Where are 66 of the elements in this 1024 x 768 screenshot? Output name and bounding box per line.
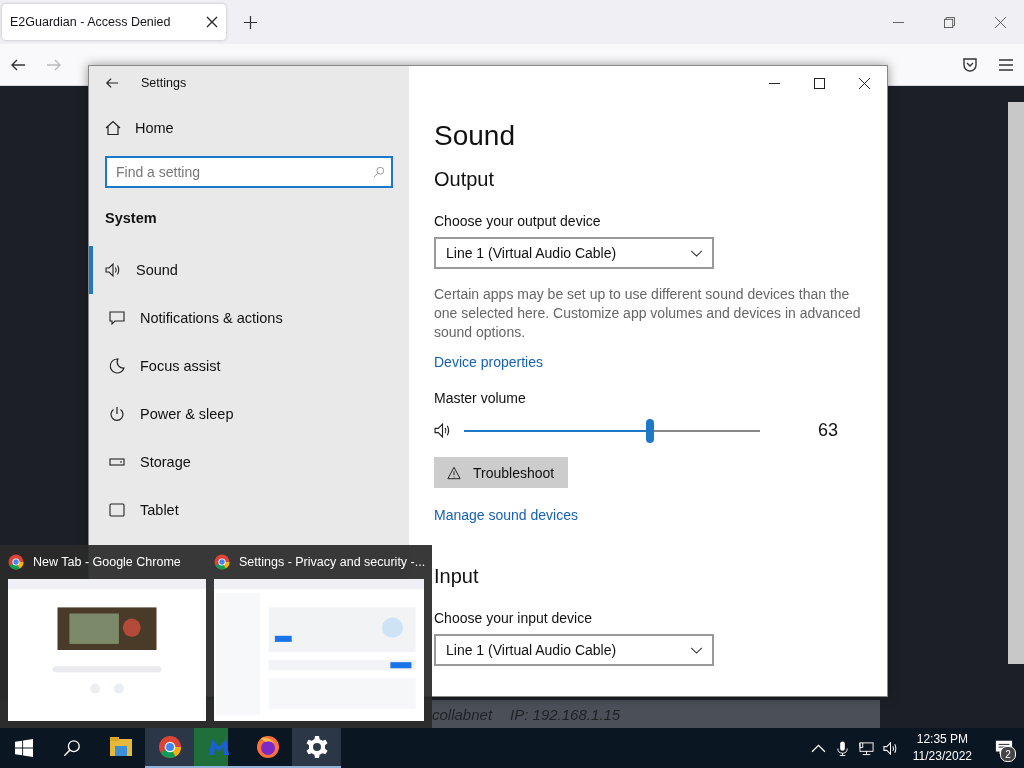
troubleshoot-button[interactable]: Troubleshoot xyxy=(434,457,568,488)
firefox-icon xyxy=(255,735,280,759)
field-label: Choose your input device xyxy=(434,610,592,626)
slider-thumb[interactable] xyxy=(646,418,655,443)
volume-icon[interactable] xyxy=(882,740,898,756)
settings-taskbar-button[interactable] xyxy=(292,728,341,768)
notifications-icon xyxy=(109,310,125,326)
restore-icon[interactable] xyxy=(944,16,955,28)
tablet-icon xyxy=(109,502,125,518)
output-device-dropdown[interactable]: Line 1 (Virtual Audio Cable) xyxy=(434,237,714,269)
folder-icon xyxy=(108,735,133,759)
moon-icon xyxy=(109,358,125,374)
maximize-icon[interactable] xyxy=(814,77,825,89)
clock[interactable]: 12:35 PM 11/23/2022 xyxy=(912,731,972,765)
search-icon xyxy=(373,166,385,178)
volume-reading: 63 xyxy=(818,420,839,441)
section-heading: Input xyxy=(434,565,479,588)
field-label: Choose your output device xyxy=(434,213,601,229)
malwarebytes-taskbar-button[interactable] xyxy=(194,728,243,768)
home-icon xyxy=(105,120,121,136)
home-link[interactable]: Home xyxy=(89,120,174,136)
chevron-icon xyxy=(690,646,703,654)
action-center-button[interactable]: 2 xyxy=(984,728,1024,768)
back-icon[interactable] xyxy=(105,76,119,90)
nav-item[interactable]: Focus assist xyxy=(89,342,409,390)
close-icon[interactable] xyxy=(206,16,218,28)
notification-count: 2 xyxy=(1000,746,1016,762)
window-title: Settings xyxy=(141,76,187,90)
close-icon[interactable] xyxy=(859,77,870,89)
chrome-icon xyxy=(214,554,230,570)
network-icon[interactable] xyxy=(858,740,874,756)
clock-date: 11/23/2022 xyxy=(912,748,972,765)
section-heading: System xyxy=(104,210,157,226)
chevron-icon xyxy=(690,249,703,257)
scrollbar[interactable] xyxy=(1008,102,1024,664)
new-tab-icon[interactable] xyxy=(244,15,257,29)
search-icon xyxy=(63,739,81,757)
chrome-icon xyxy=(157,735,182,759)
menu-icon[interactable] xyxy=(998,56,1014,73)
input-device-dropdown[interactable]: Line 1 (Virtual Audio Cable) xyxy=(434,634,714,666)
warning-icon xyxy=(447,465,461,480)
clock-time: 12:35 PM xyxy=(916,731,969,748)
description-text: Certain apps may be set up to use different sound devices than the one selected here. Customize app volumes and devices in advanced sound options. xyxy=(434,285,862,342)
chrome-icon xyxy=(8,554,24,570)
window-preview[interactable]: New Tab - Google Chrome xyxy=(8,545,206,728)
manage-devices-link[interactable]: Manage sound devices xyxy=(434,507,578,523)
device-properties-link[interactable]: Device properties xyxy=(434,354,543,370)
sound-icon xyxy=(105,262,121,278)
browser-tab[interactable]: E2Guardian - Access Denied xyxy=(2,4,226,40)
nav-item[interactable]: Tablet xyxy=(89,486,409,534)
speaker-icon[interactable] xyxy=(434,422,451,439)
nav-item[interactable]: Storage xyxy=(89,438,409,486)
section-heading: Output xyxy=(434,168,495,191)
chrome-taskbar-button[interactable] xyxy=(145,728,194,768)
search-field[interactable]: Find a setting xyxy=(105,156,393,188)
power-icon xyxy=(109,406,125,422)
windows-icon xyxy=(15,739,33,757)
pocket-icon[interactable] xyxy=(962,56,978,73)
nav-item[interactable]: Power & sleep xyxy=(89,390,409,438)
nav-item[interactable]: Notifications & actions xyxy=(89,294,409,342)
window-preview[interactable]: Settings - Privacy and security -... xyxy=(214,545,424,728)
microphone-icon[interactable] xyxy=(834,740,850,756)
gear-icon xyxy=(304,735,329,759)
page-title: Sound xyxy=(434,120,515,152)
tab-title: E2Guardian - Access Denied xyxy=(10,15,171,29)
field-label: Master volume xyxy=(434,390,526,406)
